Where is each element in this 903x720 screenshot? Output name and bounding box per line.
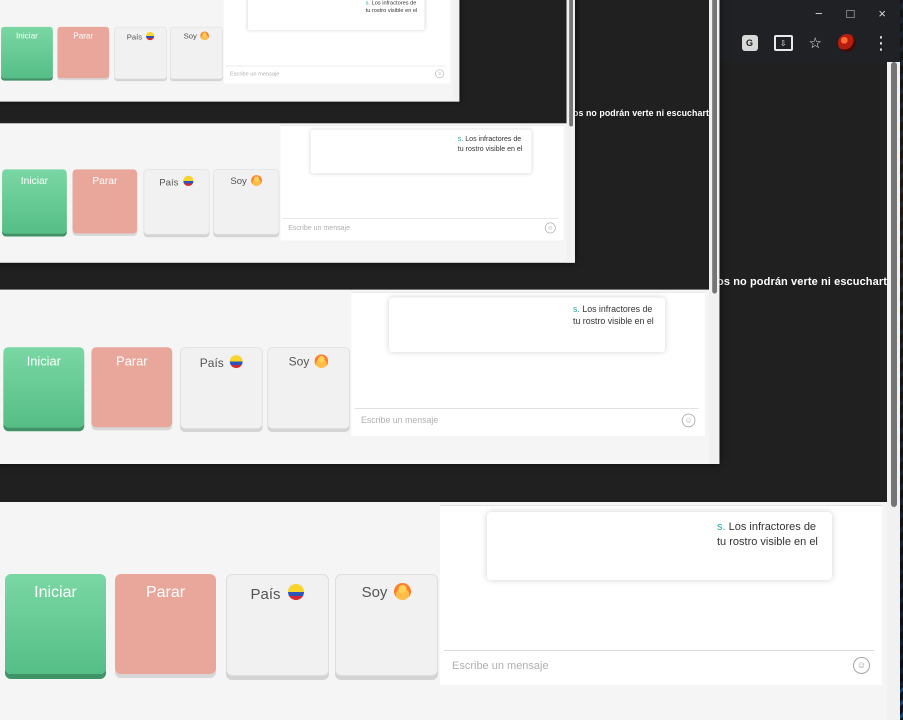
stop-button[interactable]: Parar (72, 169, 138, 234)
stop-button-label: Parar (92, 175, 118, 187)
smile-icon[interactable]: ☺ (853, 657, 870, 674)
chat-notice-line-2: tu rostro visible en el (365, 7, 418, 14)
gender-button-label-wrap: Soy (268, 348, 349, 369)
colombia-flag-icon (182, 175, 194, 187)
message-input[interactable]: Escribe un mensaje ☺ (283, 218, 559, 238)
person-icon (314, 354, 329, 368)
country-button-label: País (159, 177, 179, 188)
start-button-label: Iniciar (20, 175, 49, 187)
stop-button[interactable]: Parar (57, 26, 110, 79)
country-button-label: País (199, 356, 224, 371)
country-button[interactable]: País (226, 574, 329, 676)
extension-icon[interactable] (838, 34, 856, 52)
kebab-menu-icon[interactable]: ⋮ (872, 34, 890, 52)
notice-link-text[interactable]: s. (573, 305, 580, 315)
gender-button-label-wrap: Soy (336, 575, 437, 601)
message-input[interactable]: Escribe un mensaje ☺ (354, 408, 699, 433)
country-button-label-wrap: País (181, 348, 262, 370)
start-button-label: Iniciar (26, 355, 61, 369)
chat-notice-card: s. Los infractores de tu rostro visible … (247, 0, 425, 30)
notice-text-part-1: Los infractores de (579, 304, 653, 315)
message-input[interactable]: Escribe un mensaje ☺ (225, 65, 447, 82)
start-button-label: Iniciar (16, 32, 38, 41)
notice-text-part-1: Los infractores de (463, 135, 522, 144)
restore-icon[interactable]: □ (847, 6, 855, 21)
message-placeholder: Escribe un mensaje (361, 416, 439, 426)
stop-button[interactable]: Parar (115, 574, 216, 674)
start-button[interactable]: Iniciar (3, 347, 85, 428)
recursive-screen-capture: − □ × G ⇩ ☆ ⋮ os no podrán verte ni escu… (0, 0, 903, 720)
chat-notice-line-1: s. Los infractores de (573, 305, 652, 315)
start-button[interactable]: Iniciar (5, 574, 106, 674)
person-icon (394, 583, 412, 600)
gender-button-label: Soy (183, 32, 197, 41)
chat-notice-line-1: s. Los infractores de (458, 135, 521, 143)
close-icon[interactable]: × (878, 6, 886, 21)
chat-notice-card: s. Los infractores de tu rostro visible … (487, 512, 832, 580)
install-app-icon[interactable]: ⇩ (773, 35, 793, 51)
smile-icon[interactable]: ☺ (544, 222, 556, 234)
minimize-icon[interactable]: − (815, 6, 823, 21)
gender-button-label: Soy (230, 175, 247, 187)
stop-button-label: Parar (116, 355, 148, 369)
chat-notice-line-1: s. Los infractores de (717, 521, 816, 533)
message-placeholder: Escribe un mensaje (229, 70, 280, 78)
country-button[interactable]: País (114, 26, 167, 80)
page-scrollbar[interactable] (709, 0, 720, 464)
start-button-label: Iniciar (34, 584, 77, 601)
notice-text-part-1: Los infractores de (725, 521, 817, 533)
colombia-flag-icon (286, 583, 305, 601)
message-input[interactable]: Escribe un mensaje ☺ (444, 650, 874, 681)
chat-notice-card: s. Los infractores de tu rostro visible … (389, 297, 665, 352)
chat-notice-line-2: tu rostro visible en el (717, 536, 818, 548)
video-notice-text: os no podrán verte ni escucharte. (573, 108, 717, 119)
scrollbar-thumb[interactable] (891, 62, 897, 507)
smile-icon[interactable]: ☺ (681, 413, 696, 428)
notice-text-part-1: Los infractores de (370, 0, 417, 6)
smile-icon[interactable]: ☺ (435, 69, 444, 79)
start-button[interactable]: Iniciar (1, 26, 53, 79)
stop-button[interactable]: Parar (91, 347, 173, 428)
message-placeholder: Escribe un mensaje (452, 660, 549, 672)
person-icon (200, 31, 210, 41)
star-icon[interactable]: ☆ (809, 34, 822, 52)
person-icon (251, 175, 263, 186)
stop-button-label: Parar (73, 32, 94, 41)
gender-button-label-wrap: Soy (171, 27, 223, 41)
gender-button[interactable]: Soy (335, 574, 438, 676)
gender-button-label-wrap: Soy (214, 170, 279, 187)
country-button-label-wrap: País (115, 27, 167, 42)
window-controls: − □ × (815, 4, 886, 22)
country-button[interactable]: País (143, 169, 210, 235)
gender-button[interactable]: Soy (267, 347, 350, 429)
video-notice-text: os no podrán verte ni escucharte. (717, 276, 897, 288)
page-scrollbar[interactable] (566, 0, 575, 263)
notice-link-text[interactable]: s. (717, 521, 726, 533)
gender-button-label: Soy (361, 584, 388, 601)
colombia-flag-icon (228, 354, 243, 369)
country-button[interactable]: País (180, 347, 263, 429)
chat-notice-card: s. Los infractores de tu rostro visible … (310, 129, 532, 174)
chat-notice-line-2: tu rostro visible en el (573, 316, 654, 327)
gender-button-label: Soy (288, 355, 310, 369)
chat-notice-line-2: tu rostro visible en el (457, 145, 523, 153)
page-scrollbar[interactable] (887, 62, 900, 720)
chat-notice-line-1: s. Los infractores de (366, 0, 417, 6)
message-placeholder: Escribe un mensaje (288, 224, 351, 233)
gender-button[interactable]: Soy (170, 26, 223, 80)
start-button[interactable]: Iniciar (2, 169, 67, 234)
page-scrollbar[interactable] (452, 0, 460, 102)
country-button-label: País (250, 586, 281, 603)
country-button-label-wrap: País (144, 170, 209, 188)
stop-button-label: Parar (145, 584, 186, 601)
scrollbar-thumb[interactable] (712, 0, 717, 294)
nested-browser-frame: − □ × G ⇩ ☆ ⋮ os no podrán verte ni escu… (0, 0, 460, 102)
country-button-label: País (126, 33, 143, 42)
colombia-flag-icon (145, 31, 155, 41)
country-button-label-wrap: País (227, 575, 328, 603)
scrollbar-thumb[interactable] (569, 0, 573, 127)
gender-button[interactable]: Soy (213, 169, 280, 235)
translate-icon[interactable]: G (741, 35, 758, 51)
browser-actions: G ⇩ ☆ ⋮ (741, 31, 890, 55)
